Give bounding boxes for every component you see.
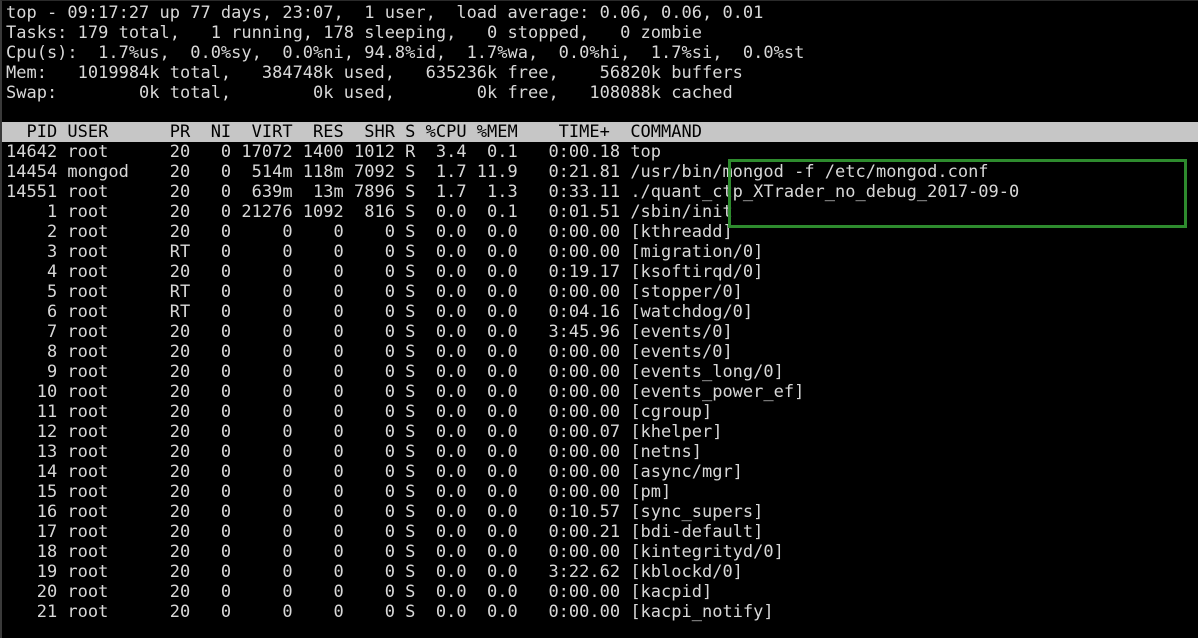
table-row[interactable]: 20 root 20 0 0 0 0 S 0.0 0.0 0:00.00 [ka…: [2, 582, 1198, 602]
table-row[interactable]: 9 root 20 0 0 0 0 S 0.0 0.0 0:00.00 [eve…: [2, 362, 1198, 382]
table-row[interactable]: 11 root 20 0 0 0 0 S 0.0 0.0 0:00.00 [cg…: [2, 402, 1198, 422]
summary-tasks-line: Tasks: 179 total, 1 running, 178 sleepin…: [6, 23, 702, 43]
table-row[interactable]: 7 root 20 0 0 0 0 S 0.0 0.0 3:45.96 [eve…: [2, 322, 1198, 342]
table-row[interactable]: 13 root 20 0 0 0 0 S 0.0 0.0 0:00.00 [ne…: [2, 442, 1198, 462]
table-row[interactable]: 12 root 20 0 0 0 0 S 0.0 0.0 0:00.07 [kh…: [2, 422, 1198, 442]
process-table: PID USER PR NI VIRT RES SHR S %CPU %MEM …: [2, 122, 1198, 622]
summary-cpu-line: Cpu(s): 1.7%us, 0.0%sy, 0.0%ni, 94.8%id,…: [6, 43, 805, 63]
table-row[interactable]: 6 root RT 0 0 0 0 S 0.0 0.0 0:04.16 [wat…: [2, 302, 1198, 322]
top-summary-block: top - 09:17:27 up 77 days, 23:07, 1 user…: [2, 1, 804, 123]
table-row[interactable]: 14454 mongod 20 0 514m 118m 7092 S 1.7 1…: [2, 162, 1198, 182]
table-row[interactable]: 10 root 20 0 0 0 0 S 0.0 0.0 0:00.00 [ev…: [2, 382, 1198, 402]
summary-uptime-line: top - 09:17:27 up 77 days, 23:07, 1 user…: [6, 3, 764, 23]
table-row[interactable]: 16 root 20 0 0 0 0 S 0.0 0.0 0:10.57 [sy…: [2, 502, 1198, 522]
table-row[interactable]: 1 root 20 0 21276 1092 816 S 0.0 0.1 0:0…: [2, 202, 1198, 222]
table-row[interactable]: 14 root 20 0 0 0 0 S 0.0 0.0 0:00.00 [as…: [2, 462, 1198, 482]
table-row[interactable]: 21 root 20 0 0 0 0 S 0.0 0.0 0:00.00 [ka…: [2, 602, 1198, 622]
summary-mem-line: Mem: 1019984k total, 384748k used, 63523…: [6, 63, 743, 83]
table-row[interactable]: 14642 root 20 0 17072 1400 1012 R 3.4 0.…: [2, 142, 1198, 162]
summary-swap-line: Swap: 0k total, 0k used, 0k free, 108088…: [6, 83, 733, 103]
table-row[interactable]: 3 root RT 0 0 0 0 S 0.0 0.0 0:00.00 [mig…: [2, 242, 1198, 262]
process-table-header[interactable]: PID USER PR NI VIRT RES SHR S %CPU %MEM …: [2, 122, 1198, 142]
table-row[interactable]: 15 root 20 0 0 0 0 S 0.0 0.0 0:00.00 [pm…: [2, 482, 1198, 502]
summary-spacer: [6, 103, 804, 123]
table-row[interactable]: 4 root 20 0 0 0 0 S 0.0 0.0 0:19.17 [kso…: [2, 262, 1198, 282]
terminal-window[interactable]: top - 09:17:27 up 77 days, 23:07, 1 user…: [0, 0, 1198, 638]
table-row[interactable]: 14551 root 20 0 639m 13m 7896 S 1.7 1.3 …: [2, 182, 1198, 202]
table-row[interactable]: 5 root RT 0 0 0 0 S 0.0 0.0 0:00.00 [sto…: [2, 282, 1198, 302]
table-row[interactable]: 19 root 20 0 0 0 0 S 0.0 0.0 3:22.62 [kb…: [2, 562, 1198, 582]
table-row[interactable]: 18 root 20 0 0 0 0 S 0.0 0.0 0:00.00 [ki…: [2, 542, 1198, 562]
table-row[interactable]: 8 root 20 0 0 0 0 S 0.0 0.0 0:00.00 [eve…: [2, 342, 1198, 362]
table-row[interactable]: 17 root 20 0 0 0 0 S 0.0 0.0 0:00.21 [bd…: [2, 522, 1198, 542]
process-table-body: 14642 root 20 0 17072 1400 1012 R 3.4 0.…: [2, 142, 1198, 622]
table-row[interactable]: 2 root 20 0 0 0 0 S 0.0 0.0 0:00.00 [kth…: [2, 222, 1198, 242]
